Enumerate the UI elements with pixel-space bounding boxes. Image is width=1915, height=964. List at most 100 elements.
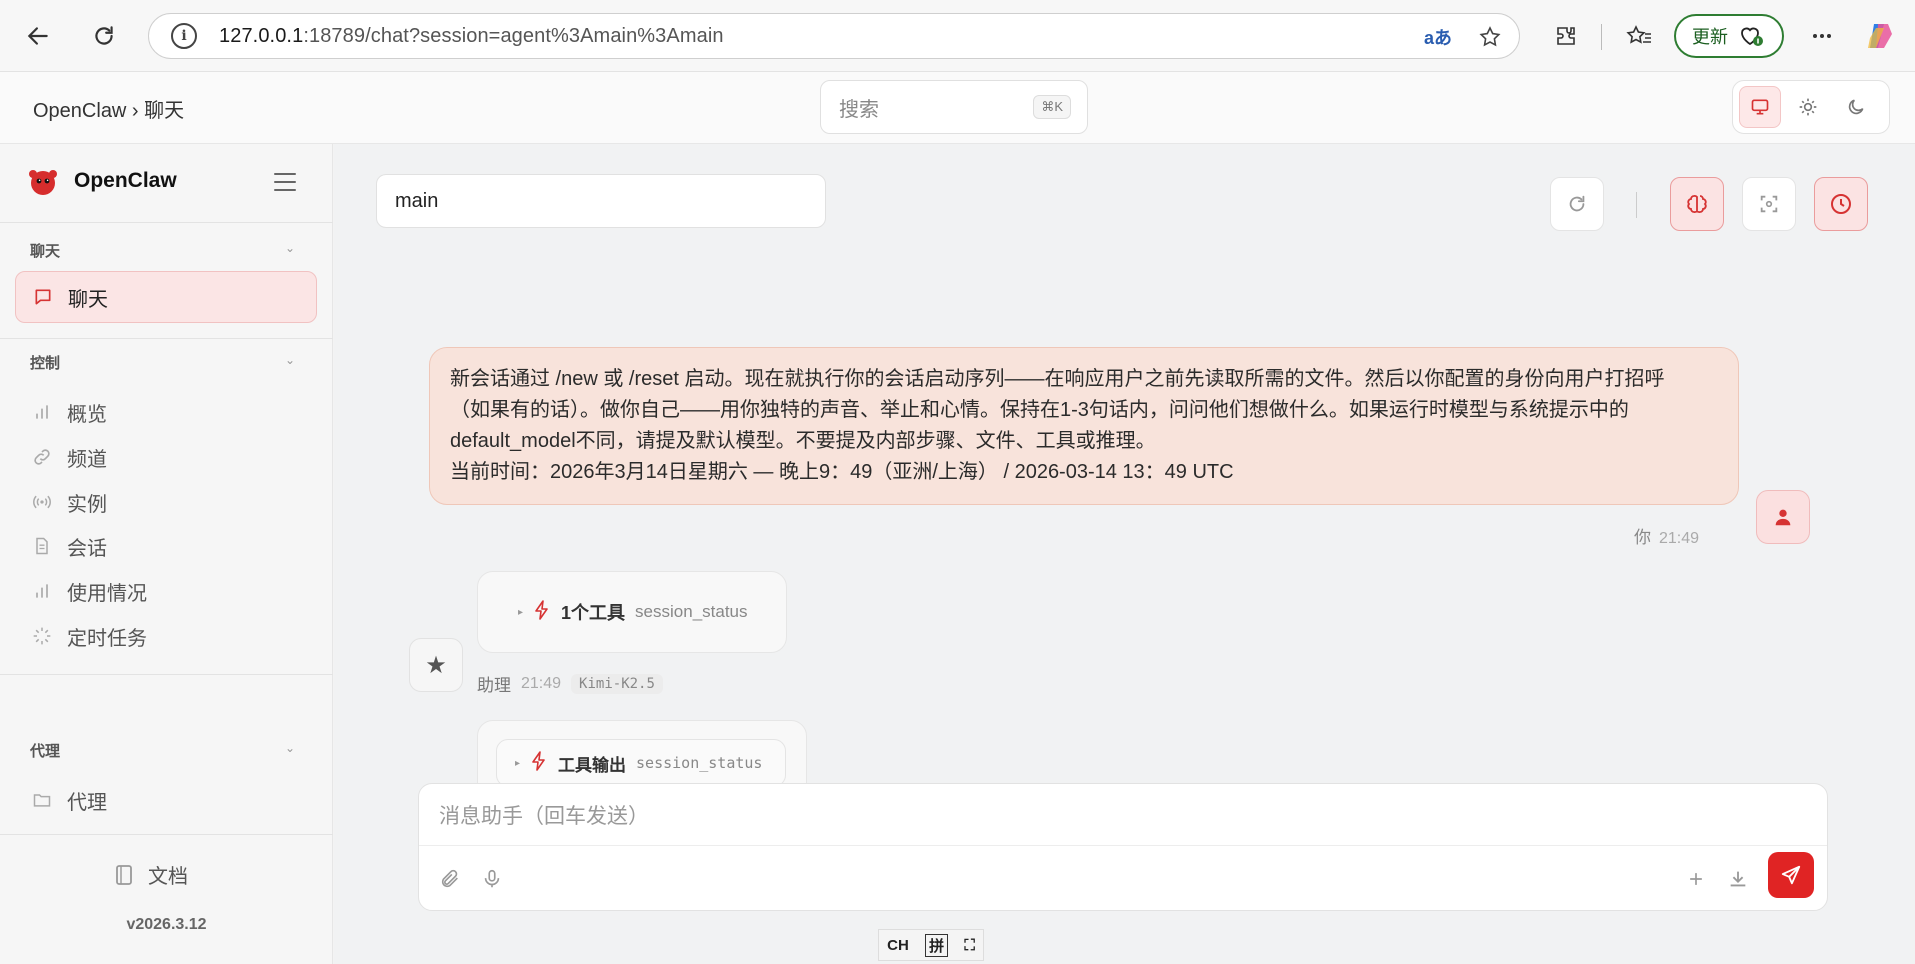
url-text: 127.0.0.1:18789/chat?session=agent%3Amai… (219, 24, 724, 47)
sender-label: 你 (1634, 528, 1651, 547)
sidebar-item-label: 定时任务 (67, 627, 147, 650)
app-header: OpenClaw › 聊天 搜索 ⌘K (0, 72, 1915, 144)
brand[interactable]: OpenClaw (26, 164, 177, 198)
theme-light-button[interactable] (1787, 86, 1829, 128)
brand-name: OpenClaw (74, 169, 177, 192)
group-title-chat: 聊天 (30, 243, 61, 260)
user-avatar (1756, 490, 1810, 544)
folder-icon (31, 789, 53, 811)
browser-toolbar: i 127.0.0.1:18789/chat?session=agent%3Am… (0, 0, 1915, 72)
breadcrumb: OpenClaw › 聊天 (33, 100, 185, 122)
sidebar-item-chat[interactable]: 聊天 (15, 271, 317, 323)
sidebar-item-label: 频道 (67, 448, 107, 471)
address-bar[interactable]: i 127.0.0.1:18789/chat?session=agent%3Am… (148, 13, 1520, 59)
sidebar-item-agents[interactable]: 代理 (15, 774, 317, 826)
sidebar-item-cron[interactable]: 定时任务 (15, 610, 317, 662)
plus-icon[interactable] (1681, 864, 1711, 894)
tool-output-card: ▸ 工具输出 session_status (477, 720, 807, 790)
lightning-icon (530, 750, 548, 776)
hamburger-menu-icon[interactable] (270, 170, 300, 194)
send-button[interactable] (1768, 852, 1814, 898)
chevron-down-icon[interactable]: ⌄ (285, 241, 299, 255)
ime-mode[interactable]: CH (887, 937, 909, 954)
star-icon: ★ (425, 651, 447, 679)
message-input[interactable]: 消息助手（回车发送） (419, 784, 1827, 846)
clock-icon (1831, 194, 1851, 214)
loader-icon (31, 625, 53, 647)
update-button[interactable]: 更新 (1674, 14, 1784, 58)
divider (0, 674, 333, 675)
star-icon[interactable] (1475, 22, 1505, 52)
heart-pulse-icon (1741, 27, 1763, 46)
reload-button[interactable] (82, 14, 126, 58)
tool-call-card[interactable]: ▸ 1个工具 session_status (477, 571, 787, 653)
back-button[interactable] (16, 14, 60, 58)
chevron-down-icon[interactable]: ⌄ (285, 741, 299, 755)
sidebar-item-label: 概览 (67, 403, 107, 426)
history-button[interactable] (1814, 177, 1868, 231)
favorites-icon[interactable] (1621, 18, 1657, 54)
refresh-button[interactable] (1550, 177, 1604, 231)
bar-chart-icon (31, 580, 53, 602)
group-title-agents: 代理 (30, 743, 61, 760)
user-message-bubble: 新会话通过 /new 或 /reset 启动。现在就执行你的会话启动序列——在响… (429, 347, 1739, 505)
theme-switcher (1732, 80, 1890, 134)
download-icon[interactable] (1723, 864, 1753, 894)
sidebar-item-label: 代理 (67, 791, 107, 814)
sidebar-item-label: 聊天 (68, 288, 108, 311)
search-placeholder: 搜索 (839, 98, 879, 121)
docs-label: 文档 (148, 866, 188, 888)
session-select[interactable]: main (376, 174, 826, 228)
monitor-icon (1751, 99, 1769, 115)
chevron-down-icon[interactable]: ⌄ (285, 353, 299, 367)
ime-toolbar: CH 拼 ⛶ (878, 929, 984, 961)
message-time: 21:49 (521, 674, 562, 692)
theme-dark-button[interactable] (1835, 86, 1877, 128)
group-title-control: 控制 (30, 355, 61, 372)
message-line: 当前时间：2026年3月14日星期六 — 晚上9：49（亚洲/上海） / 202… (450, 461, 1234, 483)
tool-output-header[interactable]: ▸ 工具输出 session_status (496, 739, 786, 787)
tool-card-name: session_status (635, 602, 748, 621)
message-line: 新会话通过 /new 或 /reset 启动。现在就执行你的会话启动序列——在响… (450, 368, 1665, 390)
refresh-icon (1569, 195, 1585, 212)
extensions-icon[interactable] (1548, 18, 1584, 54)
more-options-icon[interactable] (1804, 18, 1840, 54)
ime-pinyin[interactable]: 拼 (925, 933, 949, 957)
bar-chart-icon (31, 401, 53, 423)
chat-main: main 新会话通过 /new 或 /reset 启动。现在就执行你的会话启动序… (334, 144, 1915, 964)
ime-settings-icon[interactable]: ⛶ (964, 937, 975, 954)
divider (0, 222, 333, 223)
user-icon (1775, 509, 1791, 526)
model-badge: Kimi-K2.5 (571, 673, 663, 694)
tool-card-title: 1个工具 (561, 603, 626, 623)
link-icon (31, 446, 53, 468)
disclosure-triangle-icon: ▸ (518, 606, 524, 618)
moon-icon (1848, 99, 1864, 115)
translate-icon[interactable]: aあ (1423, 22, 1453, 52)
theme-system-button[interactable] (1739, 86, 1781, 128)
update-label: 更新 (1692, 27, 1728, 47)
brain-icon (1687, 195, 1707, 213)
microphone-icon[interactable] (477, 864, 507, 894)
toolbar-divider (1601, 24, 1602, 50)
thinking-toggle-button[interactable] (1670, 177, 1724, 231)
message-time: 21:49 (1659, 530, 1700, 547)
message-line: （如果有的话）。做你自己——用你独特的声音、举止和心情。保持在1-3句话内，问问… (450, 399, 1629, 421)
user-message-meta: 你 21:49 (1634, 523, 1699, 548)
document-icon (31, 535, 53, 557)
send-icon (1781, 865, 1801, 885)
paperclip-icon[interactable] (435, 864, 465, 894)
copilot-icon[interactable] (1862, 18, 1898, 54)
sender-label: 助理 (477, 676, 511, 695)
message-line: default_model不同，请提及默认模型。不要提及内部步骤、文件、工具或推… (450, 430, 1156, 452)
search-input[interactable]: 搜索 ⌘K (820, 80, 1088, 134)
search-shortcut: ⌘K (1033, 95, 1071, 119)
assistant-message-meta: 助理 21:49 Kimi-K2.5 (477, 671, 663, 696)
focus-mode-button[interactable] (1742, 177, 1796, 231)
docs-link[interactable]: 文档 (114, 860, 188, 889)
assistant-avatar: ★ (409, 638, 463, 692)
version-label: v2026.3.12 (126, 916, 207, 933)
arrow-left-icon (27, 27, 48, 45)
openclaw-logo-icon (29, 170, 57, 195)
info-icon[interactable]: i (171, 23, 197, 49)
